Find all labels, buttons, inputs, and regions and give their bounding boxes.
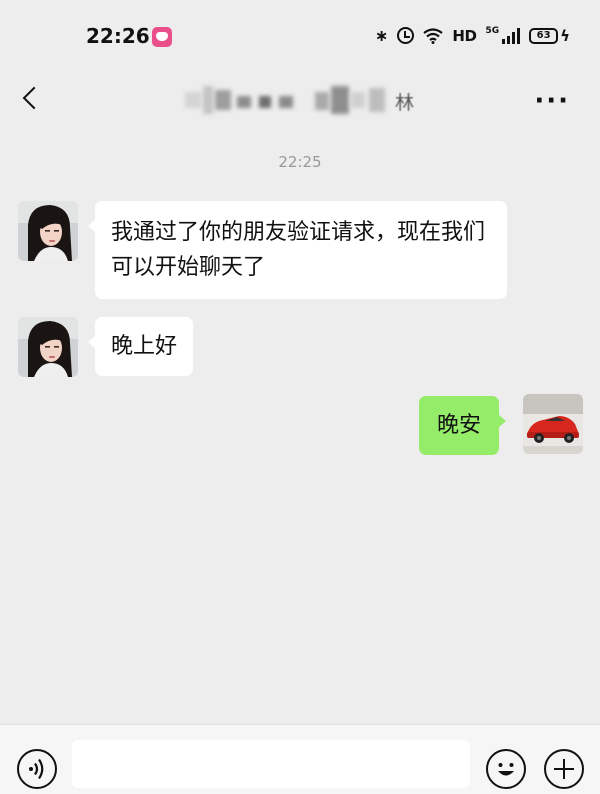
chat-screen: 22:26 ∗ HD 5G 63 ϟ 林 ··· 22:25 我通过了你的朋友验… [0, 0, 600, 794]
blurred-name-part [215, 90, 231, 110]
voice-button[interactable] [17, 749, 57, 789]
network-type-label: 5G [485, 25, 500, 36]
blurred-name-part [351, 92, 365, 108]
voice-icon [29, 758, 44, 780]
chat-title-text: 林 [395, 92, 415, 114]
contact-message-bubble[interactable]: 我通过了你的朋友验证请求，现在我们可以开始聊天了 [88, 201, 507, 299]
contact-avatar[interactable] [18, 201, 78, 261]
contact-message-bubble[interactable]: 晚上好 [87, 317, 194, 376]
blurred-name-part [237, 96, 251, 108]
status-time: 22:26 [86, 24, 150, 48]
battery-indicator: 63 ϟ [529, 27, 570, 45]
message-input-bar [0, 724, 600, 794]
message-text: 晚上好 [111, 334, 178, 359]
plus-button[interactable] [544, 749, 584, 789]
blurred-name-part [315, 92, 329, 110]
hd-label: HD [452, 26, 477, 45]
blurred-name-part [279, 96, 293, 108]
more-icon[interactable]: ··· [534, 88, 570, 114]
bluetooth-icon: ∗ [375, 26, 389, 45]
contact-avatar[interactable] [18, 317, 78, 377]
blurred-name-part [369, 88, 385, 112]
blurred-name-part [331, 86, 349, 114]
blurred-name-part [185, 92, 201, 108]
battery-level: 63 [529, 27, 559, 44]
status-bar: 22:26 ∗ HD 5G 63 ϟ [0, 0, 600, 70]
message-input[interactable] [72, 740, 470, 788]
message-timestamp: 22:25 [278, 153, 322, 171]
alarm-icon [397, 27, 415, 44]
signal-icon [502, 27, 521, 44]
status-icons: ∗ HD 5G 63 ϟ [375, 25, 570, 46]
message-text: 晚安 [437, 413, 482, 438]
message-text: 我通过了你的朋友验证请求，现在我们可以开始聊天了 [111, 220, 486, 280]
wifi-icon [423, 27, 444, 44]
app-notification-icon [152, 27, 172, 47]
emoji-icon [498, 763, 514, 776]
back-arrow-icon[interactable] [22, 86, 46, 110]
blurred-name-part [259, 96, 271, 108]
my-message-bubble[interactable]: 晚安 [419, 396, 507, 455]
blurred-name-part [203, 86, 213, 114]
chat-title: 林 [185, 86, 420, 114]
charging-icon: ϟ [560, 26, 570, 45]
chat-header: 林 ··· [0, 70, 600, 130]
my-avatar[interactable] [523, 394, 583, 454]
emoji-button[interactable] [486, 749, 526, 789]
